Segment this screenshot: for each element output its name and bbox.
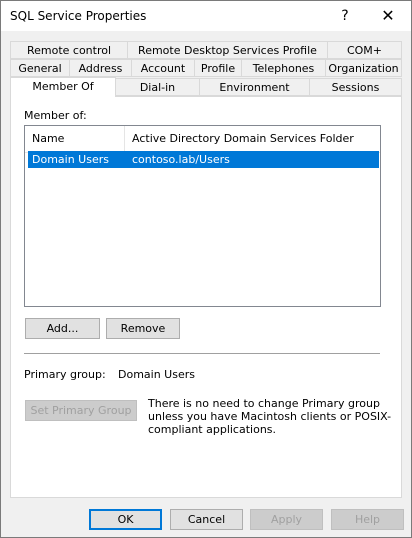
- tab-member-of[interactable]: Member Of: [10, 77, 116, 97]
- tab-telephones[interactable]: Telephones: [241, 59, 326, 77]
- tab-sessions[interactable]: Sessions: [309, 78, 402, 96]
- primary-group-label: Primary group:: [24, 368, 106, 381]
- dialog-title: SQL Service Properties: [10, 9, 147, 23]
- divider: [24, 353, 380, 354]
- tab-organization[interactable]: Organization: [325, 59, 402, 77]
- tab-general[interactable]: General: [10, 59, 70, 77]
- properties-dialog: SQL Service Properties ? ✕ Remote contro…: [0, 0, 412, 538]
- close-icon[interactable]: ✕: [374, 5, 402, 27]
- list-item-name: Domain Users: [32, 153, 109, 166]
- primary-group-value: Domain Users: [118, 368, 195, 381]
- list-item-folder: contoso.lab/Users: [132, 153, 230, 166]
- tab-account[interactable]: Account: [131, 59, 195, 77]
- tab-address[interactable]: Address: [69, 59, 132, 77]
- member-of-label: Member of:: [24, 109, 87, 122]
- tab-environment[interactable]: Environment: [199, 78, 310, 96]
- apply-button[interactable]: Apply: [250, 509, 323, 530]
- title-bar: SQL Service Properties ? ✕: [1, 1, 411, 31]
- tab-dial-in[interactable]: Dial-in: [115, 78, 200, 96]
- cancel-button[interactable]: Cancel: [170, 509, 243, 530]
- column-header-name[interactable]: Name: [25, 126, 124, 152]
- ok-button[interactable]: OK: [89, 509, 162, 530]
- list-header: Name Active Directory Domain Services Fo…: [25, 126, 380, 153]
- member-of-list[interactable]: Name Active Directory Domain Services Fo…: [24, 125, 381, 307]
- column-header-folder[interactable]: Active Directory Domain Services Folder: [125, 126, 380, 152]
- primary-group-info-text: There is no need to change Primary group…: [148, 397, 392, 436]
- set-primary-group-button[interactable]: Set Primary Group: [25, 400, 137, 421]
- help-button[interactable]: Help: [331, 509, 404, 530]
- tab-profile[interactable]: Profile: [194, 59, 242, 77]
- list-item[interactable]: Domain Users contoso.lab/Users: [28, 151, 379, 168]
- tab-remote-desktop-services-profile[interactable]: Remote Desktop Services Profile: [127, 41, 328, 59]
- remove-button[interactable]: Remove: [106, 318, 180, 339]
- help-icon[interactable]: ?: [331, 5, 359, 27]
- add-button[interactable]: Add...: [25, 318, 100, 339]
- tab-com-plus[interactable]: COM+: [327, 41, 402, 59]
- tab-remote-control[interactable]: Remote control: [10, 41, 128, 59]
